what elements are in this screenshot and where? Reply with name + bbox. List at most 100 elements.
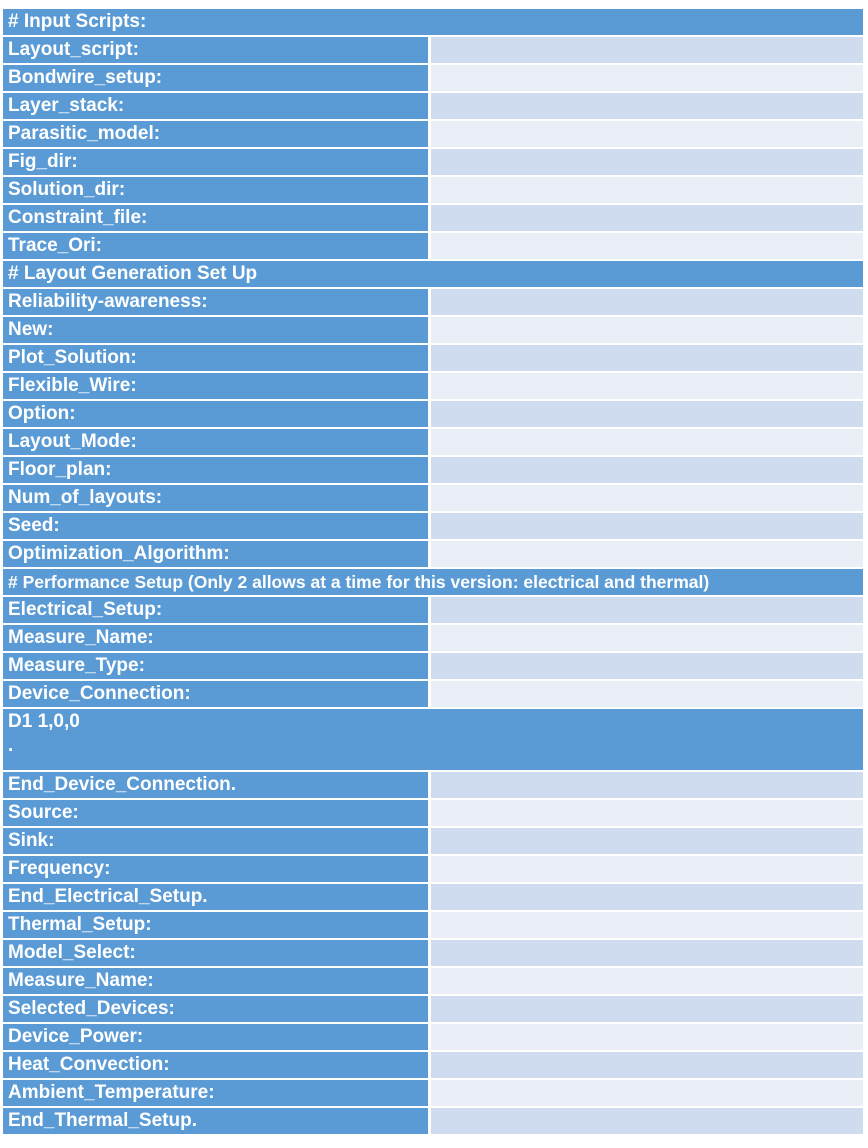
device-connection-block[interactable]: D1 1,0,0 . <box>3 709 863 772</box>
table-row: Seed: <box>3 513 863 541</box>
field-label: Fig_dir: <box>3 149 431 177</box>
table-row: Solution_dir: <box>3 177 863 205</box>
table-row: Device_Connection: <box>3 681 863 709</box>
field-value-cell[interactable] <box>431 37 863 65</box>
field-value-cell[interactable] <box>431 373 863 401</box>
field-value-cell[interactable] <box>431 653 863 681</box>
field-label: Optimization_Algorithm: <box>3 541 431 569</box>
field-label: Device_Power: <box>3 1024 431 1052</box>
field-label: Selected_Devices: <box>3 996 431 1024</box>
field-label: End_Thermal_Setup. <box>3 1108 431 1136</box>
input-scripts-group: Layout_script: Bondwire_setup: Layer_stack… <box>3 37 863 261</box>
table-row: Device_Power: <box>3 1024 863 1052</box>
field-value-cell[interactable] <box>431 912 863 940</box>
field-value-cell[interactable] <box>431 233 863 261</box>
table-row: Layout_script: <box>3 37 863 65</box>
field-value-cell[interactable] <box>431 93 863 121</box>
field-value-cell[interactable] <box>431 625 863 653</box>
field-value-cell[interactable] <box>431 541 863 569</box>
field-value-cell[interactable] <box>431 65 863 93</box>
table-row: Electrical_Setup: <box>3 597 863 625</box>
table-row: Selected_Devices: <box>3 996 863 1024</box>
field-value-cell[interactable] <box>431 681 863 709</box>
table-row: Num_of_layouts: <box>3 485 863 513</box>
field-value-cell[interactable] <box>431 1108 863 1136</box>
field-label: Sink: <box>3 828 431 856</box>
field-label: Constraint_file: <box>3 205 431 233</box>
electrical-group: Electrical_Setup: Measure_Name: Measure_Ty… <box>3 597 863 709</box>
device-connection-line-1: D1 1,0,0 <box>8 711 80 732</box>
field-value-cell[interactable] <box>431 317 863 345</box>
table-row: Layer_stack: <box>3 93 863 121</box>
table-row: Reliability-awareness: <box>3 289 863 317</box>
field-label: Parasitic_model: <box>3 121 431 149</box>
table-row: End_Electrical_Setup. <box>3 884 863 912</box>
field-value-cell[interactable] <box>431 856 863 884</box>
field-value-cell[interactable] <box>431 828 863 856</box>
table-row: Model_Select: <box>3 940 863 968</box>
table-row: Parasitic_model: <box>3 121 863 149</box>
field-value-cell[interactable] <box>431 149 863 177</box>
field-label: Thermal_Setup: <box>3 912 431 940</box>
table-row: Plot_Solution: <box>3 345 863 373</box>
device-connection-line-2: . <box>8 735 14 756</box>
field-value-cell[interactable] <box>431 940 863 968</box>
field-label: Trace_Ori: <box>3 233 431 261</box>
field-label: Heat_Convection: <box>3 1052 431 1080</box>
field-label: End_Electrical_Setup. <box>3 884 431 912</box>
field-label: Layer_stack: <box>3 93 431 121</box>
field-label: New: <box>3 317 431 345</box>
field-value-cell[interactable] <box>431 1024 863 1052</box>
table-row: Thermal_Setup: <box>3 912 863 940</box>
field-label: Measure_Name: <box>3 625 431 653</box>
field-label: End_Device_Connection. <box>3 772 431 800</box>
field-value-cell[interactable] <box>431 968 863 996</box>
section-header-input-scripts: # Input Scripts: <box>3 9 863 37</box>
field-label: Measure_Name: <box>3 968 431 996</box>
field-value-cell[interactable] <box>431 401 863 429</box>
field-label: Source: <box>3 800 431 828</box>
table-row: Ambient_Temperature: <box>3 1080 863 1108</box>
table-row: End_Thermal_Setup. <box>3 1108 863 1136</box>
field-value-cell[interactable] <box>431 772 863 800</box>
settings-table: # Input Scripts: Layout_script: Bondwire_… <box>3 9 863 1136</box>
field-value-cell[interactable] <box>431 485 863 513</box>
field-label: Num_of_layouts: <box>3 485 431 513</box>
field-value-cell[interactable] <box>431 429 863 457</box>
table-row: Frequency: <box>3 856 863 884</box>
table-row: Measure_Name: <box>3 968 863 996</box>
field-label: Device_Connection: <box>3 681 431 709</box>
field-label: Reliability-awareness: <box>3 289 431 317</box>
table-row: Measure_Type: <box>3 653 863 681</box>
field-value-cell[interactable] <box>431 513 863 541</box>
table-row: Floor_plan: <box>3 457 863 485</box>
field-label: Plot_Solution: <box>3 345 431 373</box>
field-value-cell[interactable] <box>431 289 863 317</box>
table-row: Source: <box>3 800 863 828</box>
field-value-cell[interactable] <box>431 884 863 912</box>
section-header-performance: # Performance Setup (Only 2 allows at a … <box>3 569 863 597</box>
field-value-cell[interactable] <box>431 996 863 1024</box>
field-label: Layout_Mode: <box>3 429 431 457</box>
table-row: Measure_Name: <box>3 625 863 653</box>
table-row: Trace_Ori: <box>3 233 863 261</box>
field-value-cell[interactable] <box>431 205 863 233</box>
field-label: Floor_plan: <box>3 457 431 485</box>
table-row: New: <box>3 317 863 345</box>
field-value-cell[interactable] <box>431 1052 863 1080</box>
table-row: Layout_Mode: <box>3 429 863 457</box>
section-header-layout-generation: # Layout Generation Set Up <box>3 261 863 289</box>
table-row: Optimization_Algorithm: <box>3 541 863 569</box>
field-value-cell[interactable] <box>431 121 863 149</box>
field-value-cell[interactable] <box>431 177 863 205</box>
field-label: Measure_Type: <box>3 653 431 681</box>
field-value-cell[interactable] <box>431 457 863 485</box>
field-value-cell[interactable] <box>431 800 863 828</box>
table-row: Bondwire_setup: <box>3 65 863 93</box>
field-value-cell[interactable] <box>431 597 863 625</box>
field-label: Model_Select: <box>3 940 431 968</box>
field-label: Electrical_Setup: <box>3 597 431 625</box>
field-value-cell[interactable] <box>431 345 863 373</box>
field-value-cell[interactable] <box>431 1080 863 1108</box>
field-label: Frequency: <box>3 856 431 884</box>
